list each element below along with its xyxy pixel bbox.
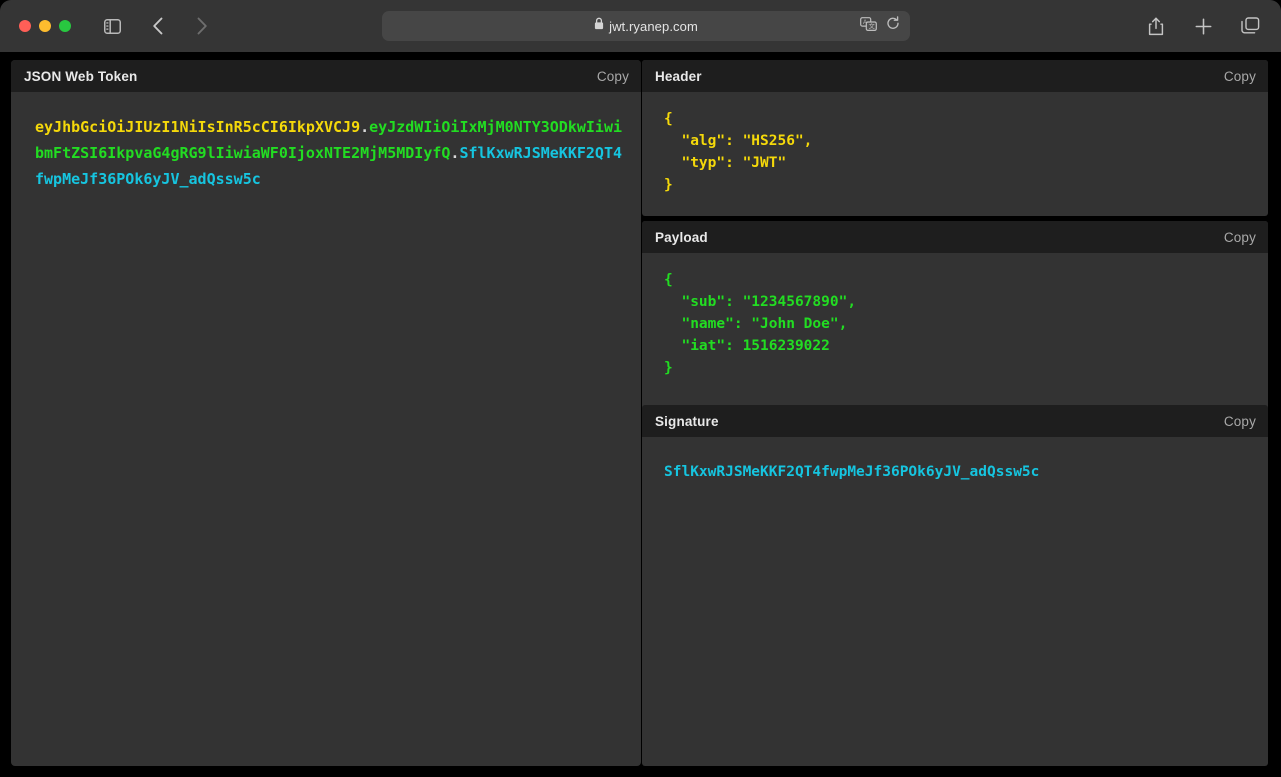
close-window-button[interactable]	[19, 20, 31, 32]
new-tab-button[interactable]	[1186, 11, 1220, 41]
payload-panel: Payload Copy { "sub": "1234567890", "nam…	[642, 221, 1268, 421]
share-icon	[1148, 17, 1164, 36]
svg-text:文: 文	[869, 22, 875, 30]
jwt-panel-header: JSON Web Token Copy	[11, 60, 641, 92]
tab-overview-button[interactable]	[1233, 11, 1267, 41]
payload-json[interactable]: { "sub": "1234567890", "name": "John Doe…	[642, 253, 1268, 389]
address-bar[interactable]: jwt.ryanep.com A 文	[382, 11, 910, 41]
toolbar-actions	[1139, 11, 1267, 41]
window-controls	[19, 20, 71, 32]
jwt-panel-title: JSON Web Token	[24, 68, 138, 84]
jwt-token-text[interactable]: eyJhbGciOiJIUzI1NiIsInR5cCI6IkpXVCJ9.eyJ…	[11, 92, 641, 206]
decoded-panels: Header Copy { "alg": "HS256", "typ": "JW…	[642, 60, 1268, 766]
chevron-left-icon	[152, 17, 164, 35]
tab-overview-icon	[1240, 17, 1260, 35]
plus-icon	[1195, 18, 1212, 35]
minimize-window-button[interactable]	[39, 20, 51, 32]
chevron-right-icon	[196, 17, 208, 35]
header-panel: Header Copy { "alg": "HS256", "typ": "JW…	[642, 60, 1268, 216]
translate-icon[interactable]: A 文	[860, 16, 877, 36]
sidebar-toggle-icon	[103, 18, 121, 34]
header-json[interactable]: { "alg": "HS256", "typ": "JWT" }	[642, 92, 1268, 206]
browser-window: jwt.ryanep.com A 文 JSON Web Token Copy e…	[0, 0, 1281, 777]
jwt-panel: JSON Web Token Copy eyJhbGciOiJIUzI1NiIs…	[11, 60, 641, 766]
signature-panel-title: Signature	[655, 413, 719, 429]
payload-copy-button[interactable]: Copy	[1224, 230, 1256, 245]
sidebar-toggle-button[interactable]	[95, 11, 129, 41]
signature-value[interactable]: SflKxwRJSMeKKF2QT4fwpMeJf36POk6yJV_adQss…	[642, 437, 1268, 493]
address-bar-actions: A 文	[860, 11, 900, 41]
page-content: JSON Web Token Copy eyJhbGciOiJIUzI1NiIs…	[0, 52, 1281, 777]
signature-copy-button[interactable]: Copy	[1224, 414, 1256, 429]
url-text: jwt.ryanep.com	[609, 18, 698, 34]
maximize-window-button[interactable]	[59, 20, 71, 32]
navigation-controls	[95, 11, 219, 41]
reload-icon[interactable]	[886, 16, 900, 36]
header-copy-button[interactable]: Copy	[1224, 69, 1256, 84]
address-bar-content: jwt.ryanep.com	[594, 17, 698, 35]
jwt-header-segment: eyJhbGciOiJIUzI1NiIsInR5cCI6IkpXVCJ9	[35, 118, 361, 136]
header-panel-header: Header Copy	[642, 60, 1268, 92]
lock-icon	[594, 17, 604, 35]
back-button[interactable]	[141, 11, 175, 41]
jwt-copy-button[interactable]: Copy	[597, 69, 629, 84]
header-panel-title: Header	[655, 68, 702, 84]
share-button[interactable]	[1139, 11, 1173, 41]
signature-panel: Signature Copy SflKxwRJSMeKKF2QT4fwpMeJf…	[642, 405, 1268, 766]
jwt-separator-1: .	[360, 118, 370, 136]
browser-toolbar: jwt.ryanep.com A 文	[0, 0, 1281, 52]
payload-panel-title: Payload	[655, 229, 708, 245]
payload-panel-header: Payload Copy	[642, 221, 1268, 253]
forward-button[interactable]	[185, 11, 219, 41]
signature-panel-header: Signature Copy	[642, 405, 1268, 437]
